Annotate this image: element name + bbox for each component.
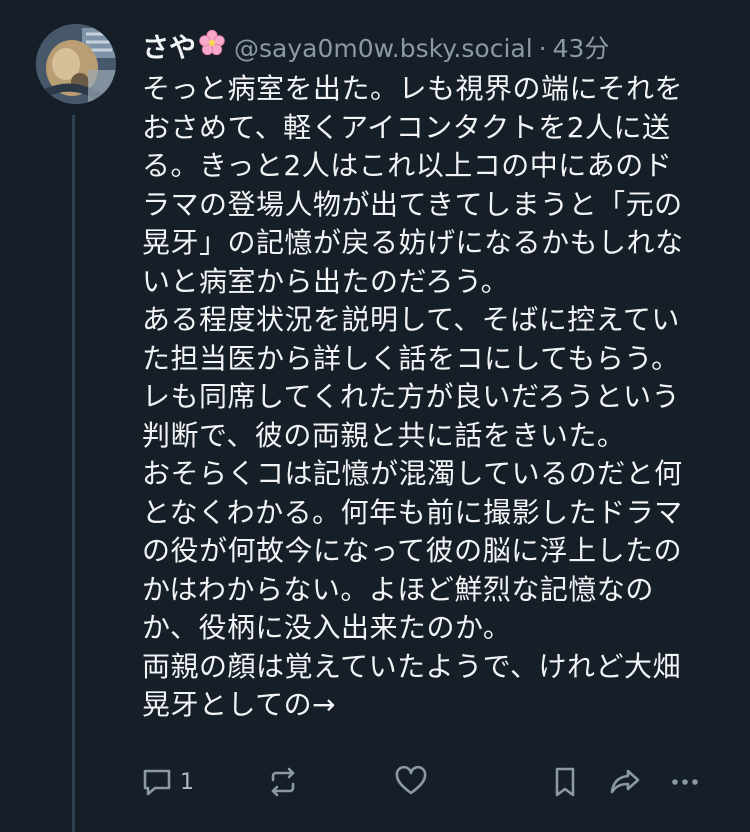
bookmark-button[interactable]	[548, 758, 582, 806]
repost-button[interactable]	[266, 758, 300, 806]
separator-dot: ·	[538, 34, 547, 63]
share-button[interactable]	[608, 758, 642, 806]
more-options-button[interactable]	[668, 758, 702, 806]
more-icon	[672, 779, 698, 785]
reply-count: 1	[180, 769, 194, 795]
post-header: さや @saya0m0w.bsky.social · 43分	[142, 26, 610, 65]
thread-line	[72, 115, 75, 832]
avatar[interactable]	[36, 24, 116, 104]
post-text: そっと病室を出た。レも視界の端にそれを おさめて、軽くアイコンタクトを2人に送 …	[142, 72, 684, 721]
author-name[interactable]: さや	[142, 26, 196, 65]
repost-icon	[271, 767, 295, 797]
reply-icon	[143, 769, 171, 796]
author-handle[interactable]: @saya0m0w.bsky.social	[234, 34, 533, 63]
like-icon	[395, 765, 427, 795]
post-actions: 1	[130, 758, 710, 806]
share-icon	[610, 769, 640, 794]
cherry-blossom-icon	[199, 29, 225, 56]
bookmark-icon	[555, 767, 575, 797]
post-timestamp[interactable]: 43分	[553, 29, 610, 65]
like-button[interactable]	[394, 758, 428, 806]
reply-button[interactable]: 1	[140, 758, 194, 806]
